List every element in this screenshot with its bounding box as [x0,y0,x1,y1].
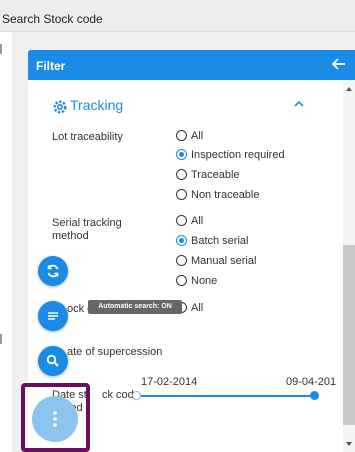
radio-lot-all[interactable]: All [176,130,203,144]
radio-button[interactable] [176,130,187,141]
date-range-end: 09-04-201 [286,376,337,388]
left-edge-panel [0,32,12,452]
radio-label: All [191,130,204,142]
radio-label: All [191,302,204,314]
search-button[interactable] [38,346,68,376]
date-range-start-handle[interactable] [132,391,141,400]
radio-button[interactable] [176,215,187,226]
date-range-slider-track[interactable] [137,395,315,397]
chevron-up-icon[interactable] [294,100,304,108]
search-icon [46,354,59,367]
radio-button-selected[interactable] [176,149,187,160]
scroll-up-icon[interactable] [346,87,352,91]
lot-traceability-label: Lot traceability [52,131,123,143]
more-vertical-icon [53,411,57,427]
radio-label: None [191,275,218,287]
serial-tracking-label: Serial tracking method [52,217,122,242]
scrollbar-thumb[interactable] [343,245,355,425]
radio-button[interactable] [176,275,187,286]
radio-button[interactable] [176,169,187,180]
radio-label: Manual serial [191,255,257,267]
auto-search-tooltip: Automatic search: ON [88,300,182,314]
date-of-supercession-label: ate of supercession [67,346,163,358]
date-range-start: 17-02-2014 [141,376,198,388]
list-icon [48,312,58,320]
radio-label: Inspection required [191,149,285,161]
radio-label: Batch serial [191,235,249,247]
arrow-left-icon[interactable] [331,56,347,72]
radio-lot-traceable[interactable]: Traceable [176,169,240,183]
filter-header: Filter [28,50,355,80]
radio-label: All [191,215,204,227]
refresh-icon [47,264,59,278]
window-title: Search Stock code [0,0,355,32]
scroll-down-icon[interactable] [346,442,352,446]
section-title-tracking[interactable]: Tracking [52,97,123,113]
radio-serial-none[interactable]: None [176,275,217,289]
radio-lot-non-traceable[interactable]: Non traceable [176,189,260,203]
filter-title: Filter [36,59,66,73]
app-root: Search Stock code Filter Tracking Lot tr… [0,0,355,452]
radio-label: Traceable [191,169,240,181]
radio-lot-inspection-required[interactable]: Inspection required [176,149,285,163]
section-title-text: Tracking [70,97,124,113]
more-menu-button[interactable] [32,396,78,442]
radio-label: Non traceable [191,189,260,201]
radio-serial-all[interactable]: All [176,215,203,229]
refresh-button[interactable] [38,256,68,286]
edge-marker [0,44,2,54]
radio-button-selected[interactable] [176,235,187,246]
edge-marker [0,334,2,344]
list-button[interactable] [38,301,68,331]
radio-button[interactable] [176,189,187,200]
date-range-end-handle[interactable] [310,391,319,400]
radio-button[interactable] [176,255,187,266]
radio-serial-batch[interactable]: Batch serial [176,235,248,249]
radio-serial-manual[interactable]: Manual serial [176,255,256,269]
